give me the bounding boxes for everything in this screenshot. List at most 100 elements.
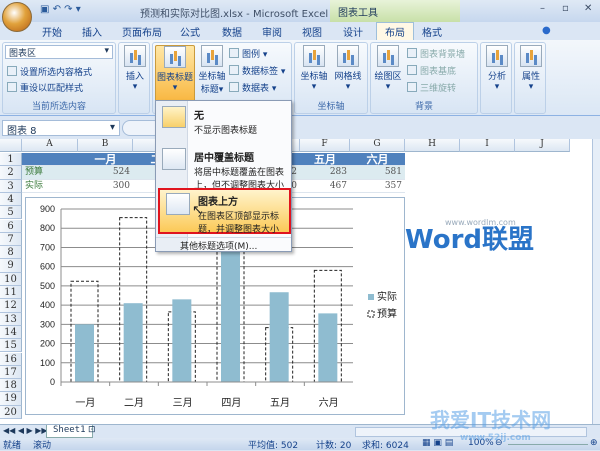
row-header[interactable]: 2 (0, 166, 22, 180)
zoom-slider[interactable] (508, 444, 588, 445)
row-header[interactable]: 5 (0, 206, 22, 220)
column-header[interactable]: B (78, 139, 133, 152)
row-header[interactable]: 11 (0, 286, 22, 300)
tab-insert[interactable]: 插入 (82, 24, 102, 39)
no-title-icon (162, 106, 186, 128)
row-header[interactable]: 20 (0, 405, 22, 419)
sheet-tab-sheet1[interactable]: Sheet1 (46, 425, 93, 438)
axes-icon (303, 45, 325, 67)
3d-rotation-button[interactable]: 三维旋转 (407, 81, 456, 94)
window-title: 预测和实际对比图.xlsx - Microsoft Excel (140, 9, 329, 20)
format-selection-label: 设置所选内容格式 (20, 68, 93, 78)
properties-icon (520, 45, 542, 67)
row-header[interactable]: 12 (0, 299, 22, 313)
insert-button[interactable]: 插入 ▾ (122, 45, 148, 92)
background-group: 绘图区 ▾ 图表背景墙 图表基底 三维旋转 背景 (370, 42, 478, 114)
tab-view[interactable]: 视图 (302, 24, 322, 39)
menu-item-centered-overlay[interactable]: 居中覆盖标题 将居中标题覆盖在图表上，但不调整图表大小 (156, 145, 291, 191)
name-box[interactable]: 图表 8 ▾ (2, 120, 120, 137)
actual-bar (172, 299, 192, 382)
worksheet-grid[interactable]: ABCDEFGHIJ123456789101112131415161718192… (0, 139, 592, 424)
row-header[interactable]: 9 (0, 259, 22, 273)
row-header[interactable]: 4 (0, 192, 22, 207)
row-label-cell[interactable]: 预算 (22, 166, 78, 180)
tab-layout[interactable]: 布局 (376, 22, 414, 40)
chart-title-button[interactable]: 图表标题 ▾ (155, 45, 195, 105)
axis-titles-button[interactable]: 坐标轴 标题▾ (197, 45, 227, 95)
watermark-logo: 我爱IT技术网 (430, 408, 552, 432)
column-header[interactable]: A (22, 139, 78, 152)
tab-data[interactable]: 数据 (222, 24, 242, 39)
table-header-cell[interactable]: 五月 (300, 153, 350, 167)
chart-element-dropdown[interactable]: 图表区 ▾ (5, 45, 113, 59)
table-cell[interactable]: 524 (78, 166, 133, 180)
chart-wall-label: 图表背景墙 (420, 50, 466, 60)
tab-page-layout[interactable]: 页面布局 (122, 24, 162, 39)
gridlines-button[interactable]: 网格线 ▾ (332, 45, 364, 92)
tab-formulas[interactable]: 公式 (180, 24, 200, 39)
row-header[interactable]: 3 (0, 179, 22, 193)
office-button[interactable] (2, 2, 32, 32)
row-header[interactable]: 6 (0, 219, 22, 233)
table-header-cell[interactable] (22, 153, 78, 167)
table-cell[interactable]: 283 (300, 166, 350, 180)
analysis-button[interactable]: 分析 ▾ (484, 45, 510, 92)
row-header[interactable]: 18 (0, 379, 22, 393)
row-header[interactable]: 16 (0, 352, 22, 366)
centered-overlay-title-icon (162, 148, 186, 170)
table-header-cell[interactable]: 一月 (78, 153, 133, 167)
help-icon[interactable]: ● (542, 25, 551, 36)
row-header[interactable]: 10 (0, 272, 22, 286)
tab-design[interactable]: 设计 (343, 24, 363, 39)
legend-button[interactable]: 图例 ▾ (229, 47, 267, 60)
close-button[interactable]: ✕ (584, 3, 592, 14)
vertical-scrollbar[interactable] (592, 139, 600, 424)
insert-sheet-icon[interactable]: ⊡ (88, 425, 96, 435)
axis-title-icon (201, 45, 223, 67)
minimize-button[interactable]: – (540, 3, 545, 14)
menu-item-more-title-options[interactable]: 其他标题选项(M)... (156, 239, 291, 252)
table-cell[interactable]: 581 (350, 166, 405, 180)
chart-floor-button[interactable]: 图表基底 (407, 64, 456, 77)
format-selection-button[interactable]: 设置所选内容格式 (7, 65, 92, 78)
reset-style-button[interactable]: 重设以匹配样式 (7, 81, 83, 94)
data-table-button[interactable]: 数据表 ▾ (229, 81, 276, 94)
data-labels-button[interactable]: 数据标签 ▾ (229, 64, 285, 77)
column-header[interactable]: G (350, 139, 405, 152)
chart-wall-button[interactable]: 图表背景墙 (407, 47, 465, 60)
row-header[interactable]: 14 (0, 325, 22, 340)
row-header[interactable]: 17 (0, 365, 22, 380)
row-label-cell[interactable]: 实际 (22, 179, 78, 193)
column-header[interactable]: F (300, 139, 350, 152)
status-average: 平均值: 502 (248, 441, 299, 451)
tab-home[interactable]: 开始 (42, 24, 62, 39)
row-header[interactable]: 8 (0, 246, 22, 260)
column-header[interactable]: J (515, 139, 570, 152)
tab-format[interactable]: 格式 (422, 24, 442, 39)
table-cell[interactable]: 357 (350, 179, 405, 193)
tab-review[interactable]: 审阅 (262, 24, 282, 39)
row-header[interactable]: 19 (0, 392, 22, 406)
plot-area-button[interactable]: 绘图区 ▾ (373, 45, 403, 92)
sheet-nav-buttons[interactable]: ◀◀ ◀ ▶ ▶▶ (3, 426, 48, 435)
row-header[interactable]: 15 (0, 339, 22, 353)
table-cell[interactable]: 467 (300, 179, 350, 193)
table-cell[interactable]: 300 (78, 179, 133, 193)
table-header-cell[interactable]: 六月 (350, 153, 405, 167)
restore-button[interactable]: ▫ (562, 3, 569, 14)
row-header[interactable]: 7 (0, 232, 22, 247)
chart-title-dropdown-menu: 无不显示图表标题 居中覆盖标题 将居中标题覆盖在图表上，但不调整图表大小 图表上方… (155, 100, 292, 252)
column-header[interactable]: H (405, 139, 460, 152)
menu-item-above-chart[interactable]: 图表上方 在图表区顶部显示标题，并调整图表大小 (158, 188, 291, 235)
axes-button[interactable]: 坐标轴 ▾ (298, 45, 330, 92)
menu-item-desc: 不显示图表标题 (194, 126, 258, 136)
zoom-in-icon[interactable]: ⊕ (590, 438, 598, 448)
properties-button[interactable]: 属性 ▾ (518, 45, 544, 92)
row-header[interactable]: 13 (0, 312, 22, 326)
menu-item-none[interactable]: 无不显示图表标题 (156, 103, 291, 136)
quick-access-save-icon[interactable]: ▣ ↶ ↷ ▾ (40, 4, 81, 15)
row-header[interactable]: 1 (0, 153, 22, 167)
word-union-watermark: www.wordlm.com Word联盟 (405, 218, 534, 253)
select-all-corner[interactable] (0, 139, 22, 152)
column-header[interactable]: I (460, 139, 515, 152)
